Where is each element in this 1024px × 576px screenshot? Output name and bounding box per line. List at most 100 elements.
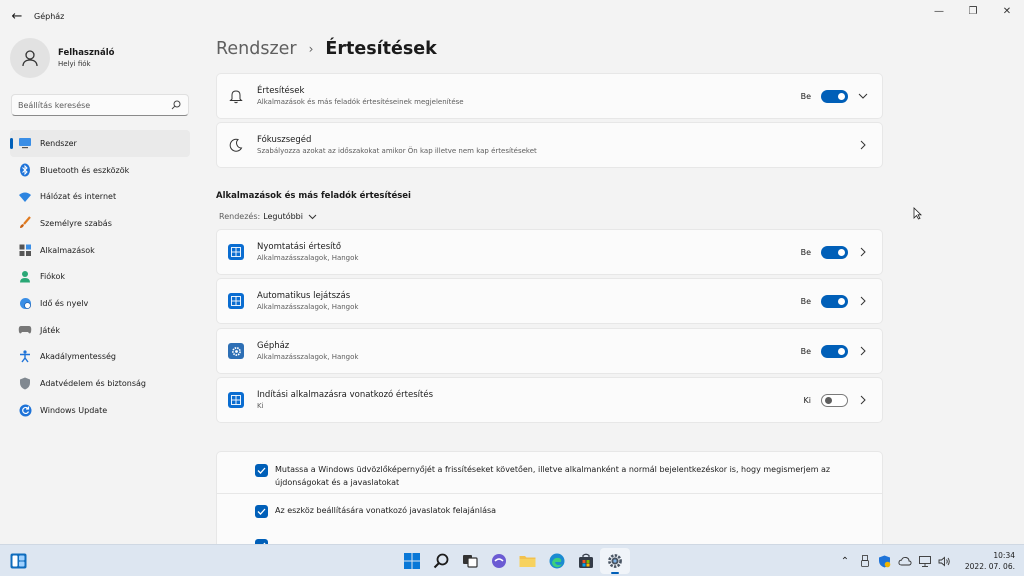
sidebar-item-label: Idő és nyelv	[40, 298, 89, 308]
welcome-experience-option[interactable]: Mutassa a Windows üdvözlőképernyőjét a f…	[255, 463, 855, 489]
checkbox-label: Az eszköz beállítására vonatkozó javasla…	[275, 506, 497, 515]
chat-icon[interactable]	[484, 548, 514, 574]
sender-row[interactable]: Gépház Alkalmazásszalagok, Hangok Be	[216, 328, 883, 374]
user-profile[interactable]: Felhasználó Helyi fiók	[10, 38, 114, 78]
checkbox-checked[interactable]	[255, 464, 268, 477]
task-view-icon[interactable]	[455, 548, 485, 574]
person-icon	[18, 270, 32, 284]
settings-gear-icon	[228, 343, 244, 359]
sender-row[interactable]: Automatikus lejátszás Alkalmazásszalagok…	[216, 278, 883, 324]
sidebar-item-gaming[interactable]: Játék	[10, 317, 190, 344]
settings-icon[interactable]	[599, 548, 630, 574]
security-shield-icon[interactable]	[875, 551, 895, 571]
divider	[217, 493, 882, 494]
chevron-right-icon[interactable]	[854, 293, 872, 309]
toggle-state-label: Be	[800, 346, 811, 356]
search-icon[interactable]	[170, 99, 182, 111]
sidebar-item-label: Fiókok	[40, 272, 66, 282]
sidebar-item-network[interactable]: Hálózat és internet	[10, 183, 190, 210]
edge-icon[interactable]	[542, 548, 572, 574]
file-explorer-icon[interactable]	[513, 548, 543, 574]
sender-row[interactable]: Indítási alkalmazásra vonatkozó értesíté…	[216, 377, 883, 423]
chevron-right-icon[interactable]	[854, 392, 872, 408]
cloud-icon[interactable]	[895, 551, 915, 571]
sidebar-item-label: Hálózat és internet	[40, 192, 117, 202]
app-tile-icon	[228, 293, 244, 309]
sender-toggle[interactable]	[821, 393, 848, 407]
search-icon[interactable]	[426, 548, 456, 574]
sender-toggle[interactable]	[821, 294, 848, 308]
usb-icon[interactable]	[855, 551, 875, 571]
sidebar-item-bluetooth[interactable]: Bluetooth és eszközök	[10, 157, 190, 184]
sidebar-item-label: Alkalmazások	[40, 245, 95, 255]
window-controls: — ❐ ✕	[922, 0, 1024, 22]
sidebar-item-label: Rendszer	[40, 138, 77, 148]
brush-icon	[18, 216, 32, 230]
breadcrumb: Rendszer › Értesítések	[216, 39, 437, 59]
search-input[interactable]	[18, 100, 170, 110]
sort-label: Rendezés:	[219, 212, 261, 221]
search-box[interactable]	[11, 94, 189, 116]
chevron-right-icon[interactable]	[854, 343, 872, 359]
clock-date: 2022. 07. 06.	[964, 562, 1015, 571]
focus-assist-row[interactable]: Fókuszsegéd Szabályozza azokat az idősza…	[216, 122, 883, 168]
sort-dropdown[interactable]: Rendezés: Legutóbbi	[219, 212, 317, 221]
maximize-button[interactable]: ❐	[956, 0, 990, 22]
row-subtitle: Ki	[257, 402, 264, 410]
sidebar-item-windows-update[interactable]: Windows Update	[10, 397, 190, 424]
clock[interactable]: 10:34 2022. 07. 06.	[965, 550, 1015, 572]
shield-icon	[18, 377, 32, 391]
sidebar-item-label: Akadálymentesség	[40, 352, 116, 362]
sidebar-item-personalization[interactable]: Személyre szabás	[10, 210, 190, 237]
row-title: Automatikus lejátszás	[257, 291, 351, 301]
notifications-row[interactable]: Értesítések Alkalmazások és más feladók …	[216, 73, 883, 119]
additional-settings-card: Mutassa a Windows üdvözlőképernyőjét a f…	[216, 451, 883, 544]
device-setup-suggestions-option[interactable]: Az eszköz beállítására vonatkozó javasla…	[255, 504, 855, 518]
sidebar-item-system[interactable]: Rendszer	[10, 130, 190, 157]
title-bar: ← Gépház — ❐ ✕	[0, 0, 1024, 32]
toggle-state-label: Be	[800, 296, 811, 306]
apps-icon	[18, 243, 32, 257]
accessibility-icon	[18, 350, 32, 364]
moon-icon	[228, 137, 244, 153]
row-subtitle: Alkalmazások és más feladók értesítésein…	[257, 98, 464, 106]
row-title: Nyomtatási értesítő	[257, 242, 342, 252]
app-tile-icon	[228, 392, 244, 408]
sidebar-item-apps[interactable]: Alkalmazások	[10, 237, 190, 264]
minimize-button[interactable]: —	[922, 0, 956, 22]
row-title: Indítási alkalmazásra vonatkozó értesíté…	[257, 390, 434, 400]
sender-toggle[interactable]	[821, 344, 848, 358]
sidebar-nav: Rendszer Bluetooth és eszközök Hálózat é…	[10, 130, 190, 424]
checkbox-label: Mutassa a Windows üdvözlőképernyőjét a f…	[275, 465, 831, 487]
chevron-down-icon[interactable]	[854, 88, 872, 104]
sidebar-item-accessibility[interactable]: Akadálymentesség	[10, 344, 190, 371]
sidebar-item-accounts[interactable]: Fiókok	[10, 263, 190, 290]
sidebar-item-time-language[interactable]: Idő és nyelv	[10, 290, 190, 317]
sidebar-item-privacy[interactable]: Adatvédelem és biztonság	[10, 370, 190, 397]
sidebar: Felhasználó Helyi fiók Rendszer Bluetoot…	[0, 32, 200, 544]
chevron-right-icon[interactable]	[854, 244, 872, 260]
volume-icon[interactable]	[935, 551, 955, 571]
notifications-toggle[interactable]	[821, 89, 848, 103]
sidebar-item-label: Játék	[40, 325, 60, 335]
clock-time: 10:34	[993, 551, 1015, 560]
chevron-up-icon[interactable]: ⌃	[835, 551, 855, 571]
sidebar-item-label: Windows Update	[40, 405, 108, 415]
network-icon[interactable]	[915, 551, 935, 571]
store-icon[interactable]	[571, 548, 601, 574]
checkbox-checked[interactable]	[255, 505, 268, 518]
chevron-right-icon[interactable]	[854, 137, 872, 153]
sender-row[interactable]: Nyomtatási értesítő Alkalmazásszalagok, …	[216, 229, 883, 275]
close-button[interactable]: ✕	[990, 0, 1024, 22]
globe-clock-icon	[18, 296, 32, 310]
sender-toggle[interactable]	[821, 245, 848, 259]
update-icon	[18, 403, 32, 417]
row-title: Gépház	[257, 341, 290, 351]
start-icon[interactable]	[397, 548, 427, 574]
chevron-down-icon	[308, 214, 317, 220]
breadcrumb-parent[interactable]: Rendszer	[216, 39, 297, 59]
sidebar-item-label: Adatvédelem és biztonság	[40, 379, 146, 389]
widgets-icon[interactable]	[10, 553, 27, 569]
back-button[interactable]: ←	[2, 1, 32, 31]
sidebar-item-label: Személyre szabás	[40, 218, 112, 228]
